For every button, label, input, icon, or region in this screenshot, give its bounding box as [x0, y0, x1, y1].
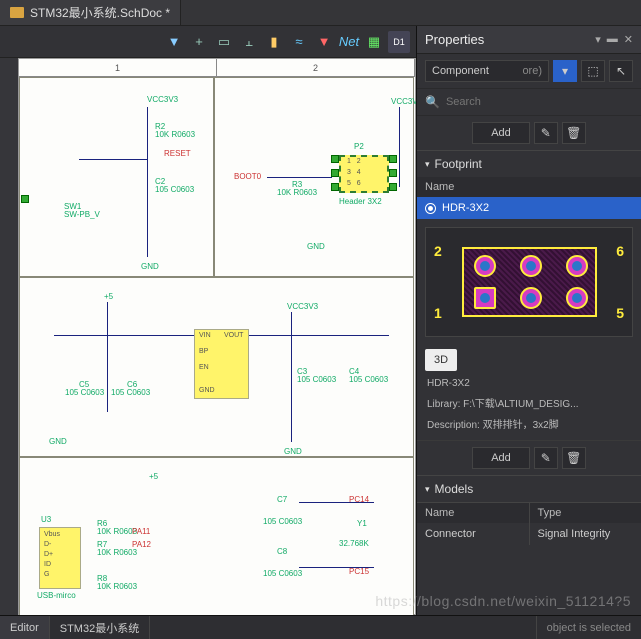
- status-doc[interactable]: STM32最小系统: [50, 616, 150, 639]
- tab-title: STM32最小系统.SchDoc *: [30, 4, 170, 21]
- footprint-section[interactable]: Footprint: [417, 150, 641, 177]
- models-type-value[interactable]: Signal Integrity: [530, 523, 641, 545]
- properties-panel: Properties ▾ ▬ ✕ Componentore) ▾ ⬚ ↖ 🔍 A…: [416, 26, 641, 615]
- footprint-name-label: HDR-3X2: [417, 375, 641, 392]
- properties-header: Properties ▾ ▬ ✕: [417, 26, 641, 54]
- plus-icon[interactable]: +: [188, 31, 210, 53]
- add-button[interactable]: Add: [472, 122, 530, 144]
- editor-tab[interactable]: Editor: [0, 616, 50, 639]
- search-icon: 🔍: [425, 95, 440, 109]
- dim-icon[interactable]: D1: [388, 31, 410, 53]
- footprint-row-selected[interactable]: HDR-3X2: [417, 197, 641, 219]
- filter-funnel-icon[interactable]: ▾: [553, 60, 577, 82]
- schematic-canvas[interactable]: ▼ + ▭ ⫠ ▮ ≈ ▼ Net ▦ D1 12 VCC3V3 R2 10K …: [0, 26, 416, 615]
- wave-icon[interactable]: ≈: [288, 31, 310, 53]
- edit-footprint-icon[interactable]: ✎: [534, 447, 558, 469]
- watermark: https://blog.csdn.net/weixin_511214?5: [375, 593, 631, 609]
- net-icon[interactable]: Net: [338, 31, 360, 53]
- models-table: Name Connector Type Signal Integrity: [417, 502, 641, 545]
- models-name-value[interactable]: Connector: [417, 523, 529, 545]
- models-type-header: Type: [530, 503, 641, 523]
- status-bar: Editor STM32最小系统 object is selected: [0, 615, 641, 639]
- chip-icon[interactable]: ▦: [363, 31, 385, 53]
- delete-icon[interactable]: 🗑: [562, 122, 586, 144]
- footprint-preview[interactable]: 2 1 6 5: [425, 227, 633, 337]
- select-mode-icon[interactable]: ⬚: [581, 60, 605, 82]
- port: [21, 195, 29, 203]
- status-info: object is selected: [536, 616, 641, 639]
- close-icon[interactable]: ✕: [624, 33, 633, 46]
- models-section[interactable]: Models: [417, 475, 641, 502]
- add-footprint-button[interactable]: Add: [472, 447, 530, 469]
- select-rect-icon[interactable]: ▭: [213, 31, 235, 53]
- canvas-toolbar: ▼ + ▭ ⫠ ▮ ≈ ▼ Net ▦ D1: [0, 26, 416, 58]
- edit-icon[interactable]: ✎: [534, 122, 558, 144]
- delete-footprint-icon[interactable]: 🗑: [562, 447, 586, 469]
- radio-icon: [425, 203, 436, 214]
- footprint-name-header: Name: [417, 177, 641, 197]
- search-input[interactable]: [446, 96, 633, 108]
- document-tab[interactable]: STM32最小系统.SchDoc *: [0, 0, 181, 25]
- component-dropdown[interactable]: Componentore): [425, 60, 549, 82]
- schematic-sheet[interactable]: 12 VCC3V3 R2 10K R0603 RESET C2 105 C060…: [18, 58, 416, 615]
- ruler-top: 12: [19, 59, 415, 77]
- min-icon[interactable]: ▬: [607, 33, 618, 46]
- pin-icon[interactable]: ▾: [595, 33, 601, 46]
- cursor-mode-icon[interactable]: ↖: [609, 60, 633, 82]
- models-name-header: Name: [417, 503, 529, 523]
- filter-icon[interactable]: ▼: [163, 31, 185, 53]
- align-icon[interactable]: ⫠: [238, 31, 260, 53]
- down-icon[interactable]: ▼: [313, 31, 335, 53]
- footprint-library: Library: F:\下载\ALTIUM_DESIG...: [417, 392, 641, 413]
- 3d-button[interactable]: 3D: [425, 349, 457, 371]
- folder-icon: [10, 7, 24, 18]
- footprint-description: Description: 双排排针，3x2脚: [417, 413, 641, 434]
- ic-icon[interactable]: ▮: [263, 31, 285, 53]
